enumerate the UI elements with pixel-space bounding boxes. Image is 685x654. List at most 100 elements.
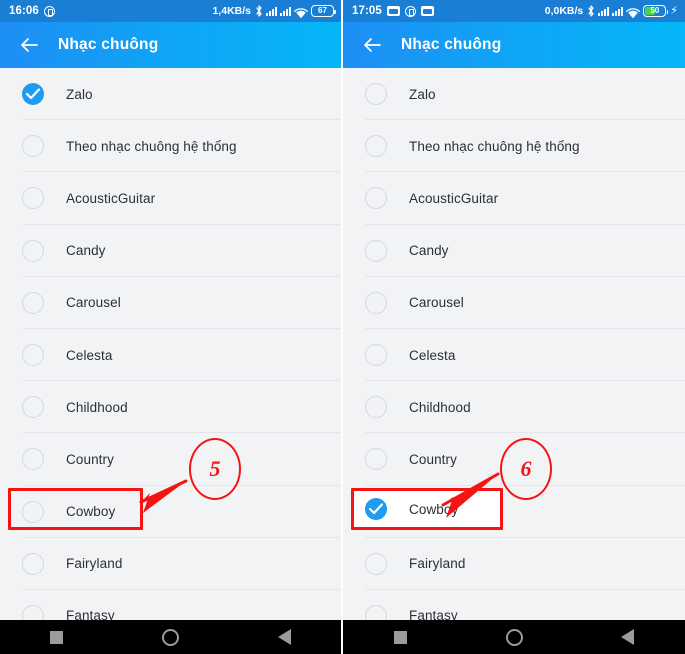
list-item[interactable]: Country	[343, 433, 685, 486]
list-item[interactable]: Cowboy	[343, 485, 685, 538]
home-circle-icon[interactable]	[161, 628, 179, 646]
recents-button[interactable]	[0, 630, 114, 644]
device-screenshot-after: 17:05 0,0KB/s 50 ⚡ Nhạc chuông Zalo Theo nhạc …	[343, 0, 685, 654]
charging-bolt-icon: ⚡	[670, 4, 678, 17]
signal-icon	[612, 6, 624, 16]
status-bar-right: 0,0KB/s 50 ⚡	[545, 4, 678, 18]
radio-unchecked-icon[interactable]	[22, 239, 44, 262]
list-item[interactable]: Childhood	[0, 381, 341, 434]
recents-square-icon[interactable]	[50, 630, 64, 644]
recents-square-icon[interactable]	[393, 630, 407, 644]
radio-unchecked-icon[interactable]	[365, 396, 387, 419]
wifi-icon	[626, 6, 641, 18]
radio-unchecked-icon[interactable]	[22, 448, 44, 471]
list-item[interactable]: Celesta	[343, 328, 685, 382]
status-bar: 16:06 1,4KB/s 67	[0, 0, 341, 22]
radio-unchecked-icon[interactable]	[22, 344, 44, 367]
list-item-label: Fantasy	[66, 608, 115, 620]
radio-unchecked-icon[interactable]	[365, 552, 387, 575]
list-item-label: Country	[409, 451, 457, 467]
list-item-label: Celesta	[409, 347, 456, 363]
ringtone-list[interactable]: Zalo Theo nhạc chuông hệ thống AcousticGui…	[343, 68, 685, 620]
list-item[interactable]: Carousel	[343, 276, 685, 330]
list-item-label: Fantasy	[409, 608, 458, 620]
signal-icon	[266, 6, 277, 16]
list-item[interactable]: Country	[0, 433, 341, 486]
radio-unchecked-icon[interactable]	[22, 135, 44, 158]
back-arrow-icon[interactable]	[18, 34, 40, 56]
screenshot-root: 16:06 1,4KB/s 67 Nhạc chuông Zalo Theo nhạc c…	[0, 0, 685, 654]
radio-unchecked-icon[interactable]	[22, 500, 44, 523]
recents-button[interactable]	[343, 630, 457, 644]
list-item-label: Celesta	[66, 347, 113, 363]
list-item[interactable]: Fantasy	[343, 589, 685, 620]
back-button[interactable]	[571, 629, 685, 645]
network-speed: 1,4KB/s	[212, 5, 251, 17]
battery-icon: 50	[643, 5, 669, 17]
status-time: 17:05	[352, 5, 382, 17]
back-triangle-icon[interactable]	[277, 629, 291, 645]
radio-unchecked-icon[interactable]	[365, 448, 387, 471]
list-item[interactable]: AcousticGuitar	[0, 172, 341, 225]
home-button[interactable]	[457, 628, 571, 646]
radio-unchecked-icon[interactable]	[365, 239, 387, 262]
list-item-label: Fairyland	[66, 556, 123, 572]
status-bar-left: 16:06	[9, 5, 55, 17]
radio-unchecked-icon[interactable]	[22, 187, 44, 210]
list-item[interactable]: Zalo	[0, 68, 341, 121]
radio-unchecked-icon[interactable]	[365, 604, 387, 620]
list-item[interactable]: Childhood	[343, 381, 685, 434]
list-item[interactable]: Fantasy	[0, 589, 341, 620]
list-item[interactable]: Candy	[343, 224, 685, 277]
radio-checked-icon[interactable]	[22, 83, 44, 106]
navigation-bar	[343, 620, 685, 654]
radio-unchecked-icon[interactable]	[365, 187, 387, 210]
signal-icon	[598, 6, 610, 16]
list-item-label: Candy	[66, 243, 106, 259]
list-item[interactable]: Celesta	[0, 328, 341, 382]
list-item-label: Theo nhạc chuông hệ thống	[409, 138, 580, 154]
list-item[interactable]: Candy	[0, 224, 341, 277]
page-title: Nhạc chuông	[58, 36, 159, 53]
list-item-label: Fairyland	[409, 556, 466, 572]
list-item[interactable]: Cowboy	[0, 485, 341, 538]
battery-icon: 67	[311, 5, 336, 17]
radio-unchecked-icon[interactable]	[22, 552, 44, 575]
radio-unchecked-icon[interactable]	[365, 344, 387, 367]
list-item-label: Country	[66, 451, 114, 467]
notification-icon	[420, 6, 434, 16]
radio-unchecked-icon[interactable]	[365, 135, 387, 158]
radio-unchecked-icon[interactable]	[22, 291, 44, 314]
app-bar: Nhạc chuông	[0, 22, 341, 68]
home-button[interactable]	[114, 628, 228, 646]
ringtone-list[interactable]: Zalo Theo nhạc chuông hệ thống AcousticGui…	[0, 68, 341, 620]
radio-unchecked-icon[interactable]	[365, 83, 387, 106]
notification-icon	[386, 6, 400, 16]
back-button[interactable]	[227, 629, 341, 645]
list-item-label: Zalo	[66, 86, 93, 102]
list-item[interactable]: AcousticGuitar	[343, 172, 685, 225]
back-triangle-icon[interactable]	[621, 629, 635, 645]
back-arrow-icon[interactable]	[361, 34, 383, 56]
list-item-label: AcousticGuitar	[409, 190, 499, 206]
camera-circle-icon	[43, 5, 55, 17]
device-screenshot-before: 16:06 1,4KB/s 67 Nhạc chuông Zalo Theo nhạc c…	[0, 0, 341, 654]
bluetooth-icon	[255, 5, 263, 17]
list-item[interactable]: Fairyland	[343, 537, 685, 591]
list-item[interactable]: Carousel	[0, 276, 341, 330]
radio-checked-icon[interactable]	[365, 500, 387, 523]
list-item[interactable]: Theo nhạc chuông hệ thống	[343, 120, 685, 173]
list-item[interactable]: Zalo	[343, 68, 685, 121]
bluetooth-icon	[587, 5, 595, 17]
status-bar: 17:05 0,0KB/s 50 ⚡	[343, 0, 685, 22]
radio-unchecked-icon[interactable]	[22, 604, 44, 620]
home-circle-icon[interactable]	[505, 628, 523, 646]
status-time: 16:06	[9, 5, 39, 17]
list-item-label: Carousel	[409, 295, 464, 311]
radio-unchecked-icon[interactable]	[22, 396, 44, 419]
list-item-label: Cowboy	[66, 504, 116, 520]
app-bar: Nhạc chuông	[343, 22, 685, 68]
list-item[interactable]: Fairyland	[0, 537, 341, 591]
radio-unchecked-icon[interactable]	[365, 291, 387, 314]
list-item[interactable]: Theo nhạc chuông hệ thống	[0, 120, 341, 173]
